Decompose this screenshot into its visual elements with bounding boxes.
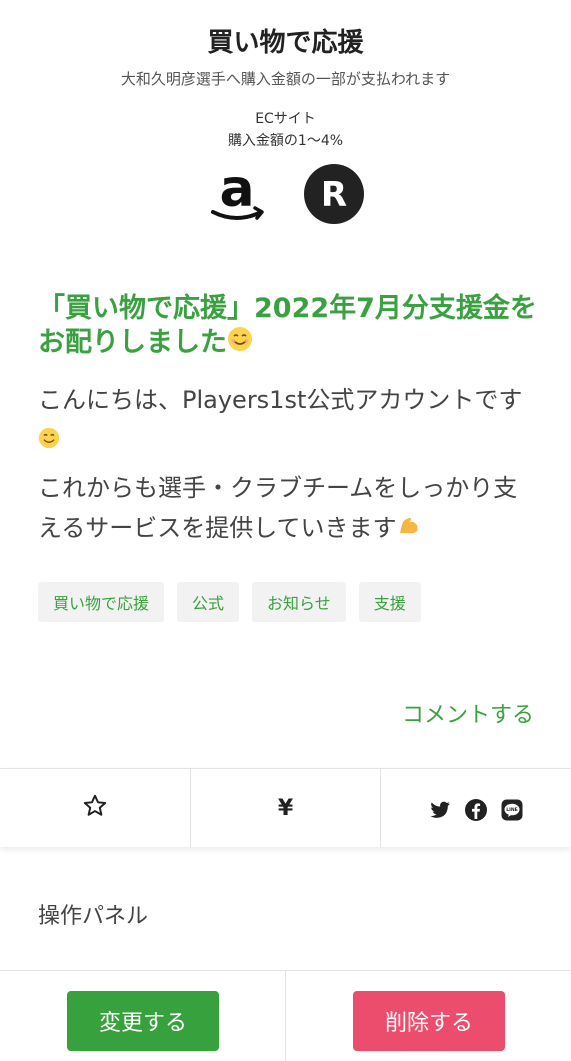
- tip-button[interactable]: ¥: [189, 769, 381, 847]
- post-title: 「買い物で応援」2022年7月分支援金をお配りしました: [38, 292, 538, 361]
- comment-link[interactable]: コメントする: [402, 697, 534, 729]
- smile-emoji-icon: [227, 326, 253, 361]
- line-icon[interactable]: LINE: [500, 798, 524, 826]
- smile-emoji-icon: [38, 421, 60, 461]
- yen-label: ¥: [277, 795, 294, 821]
- delete-button[interactable]: 削除する: [353, 991, 505, 1051]
- favorite-button[interactable]: [0, 769, 190, 847]
- share-group: LINE: [380, 769, 571, 847]
- amazon-logo-icon[interactable]: a: [205, 159, 269, 226]
- facebook-icon[interactable]: [464, 798, 488, 826]
- ec-site-label: ECサイト: [255, 111, 316, 127]
- tag-item[interactable]: 支援: [358, 582, 421, 622]
- shop-subtitle: 大和久明彦選手へ購入金額の一部が支払われます: [120, 70, 451, 88]
- rakuten-logo-icon[interactable]: R: [302, 162, 366, 226]
- panel-vertical-divider: [285, 970, 286, 1061]
- action-bar: ¥ LINE: [0, 768, 571, 847]
- post-paragraph-greeting: こんにちは、Players1st公式アカウントです: [38, 380, 538, 461]
- shop-title: 買い物で応援: [207, 28, 364, 58]
- twitter-icon[interactable]: [428, 798, 452, 826]
- svg-text:a: a: [219, 162, 254, 219]
- svg-text:LINE: LINE: [506, 807, 518, 813]
- tag-item[interactable]: お知らせ: [252, 582, 346, 622]
- ec-rate-label: 購入金額の1〜4%: [227, 133, 344, 149]
- tag-item[interactable]: 買い物で応援: [38, 582, 165, 622]
- operation-panel-label: 操作パネル: [38, 904, 149, 929]
- star-icon: [82, 793, 108, 823]
- tag-list: 買い物で応援 公式 お知らせ 支援: [38, 582, 421, 622]
- flexed-biceps-icon: [397, 509, 421, 549]
- change-button[interactable]: 変更する: [67, 991, 219, 1051]
- tag-item[interactable]: 公式: [177, 582, 240, 622]
- svg-text:R: R: [321, 175, 347, 215]
- post-paragraph-message: これからも選手・クラブチームをしっかり支えるサービスを提供していきます: [38, 468, 538, 549]
